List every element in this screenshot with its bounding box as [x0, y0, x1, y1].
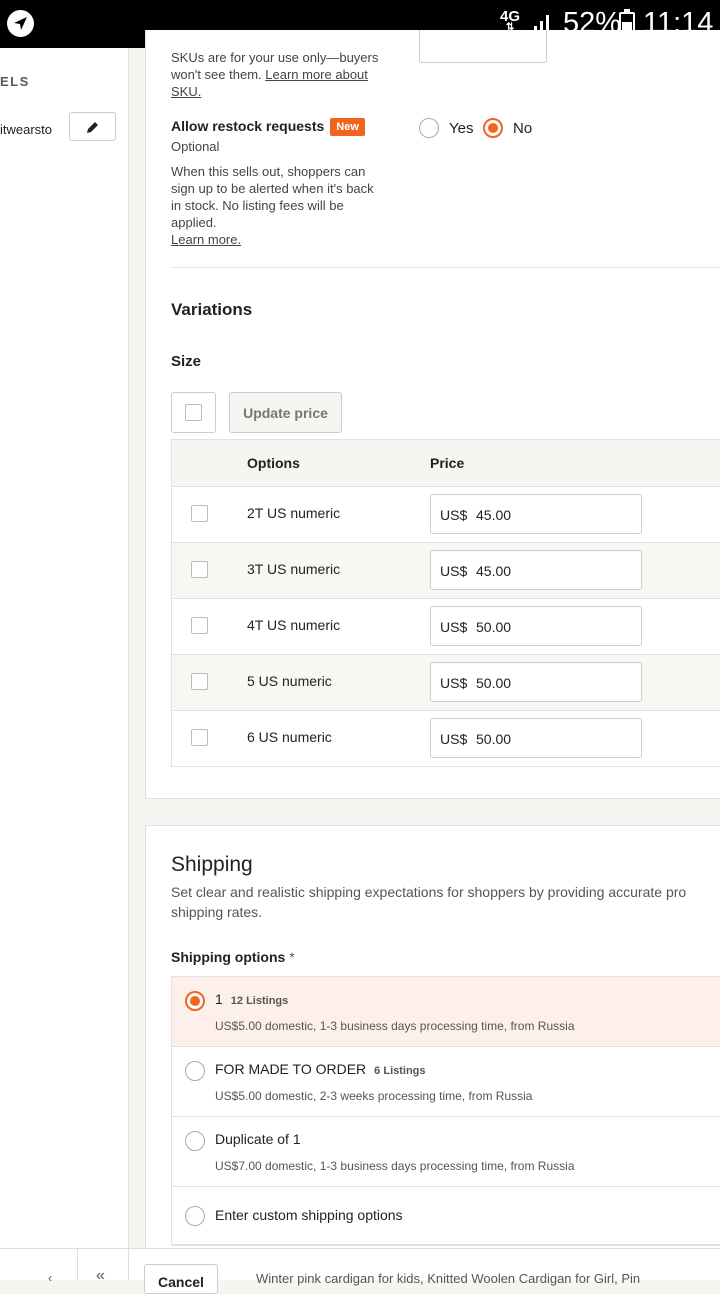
price-value: 50.00	[476, 675, 512, 691]
divider	[171, 267, 720, 268]
left-arrow-icon[interactable]: ‹	[48, 1271, 52, 1285]
collapse-button[interactable]: «	[77, 1249, 129, 1284]
shipping-options-label-text: Shipping options	[171, 949, 286, 965]
option-name: 3T US numeric	[247, 561, 341, 577]
shipping-card: Shipping Set clear and realistic shippin…	[145, 825, 720, 1265]
variations-table: Options Price 2T US numeric US$ 45.00 3T…	[171, 439, 720, 767]
restock-yes-radio[interactable]	[419, 118, 439, 138]
restock-help: When this sells out, shoppers can sign u…	[171, 163, 376, 248]
row-checkbox[interactable]	[191, 617, 208, 634]
table-row: 2T US numeric US$ 45.00	[172, 487, 720, 543]
option-name: 6 US numeric	[247, 729, 332, 745]
new-badge: New	[330, 118, 365, 136]
row-checkbox[interactable]	[191, 561, 208, 578]
shipping-option-title: 1	[215, 991, 223, 1007]
currency-label: US$	[440, 731, 468, 747]
option-name: 4T US numeric	[247, 617, 341, 633]
network-indicator: 4G ⇅	[500, 9, 520, 33]
shipping-option[interactable]: Duplicate of 1 US$7.00 domestic, 1-3 bus…	[172, 1117, 720, 1187]
edit-button[interactable]	[69, 112, 116, 141]
double-chevron-left-icon: «	[96, 1267, 105, 1284]
update-price-button[interactable]: Update price	[229, 392, 342, 433]
pencil-icon	[87, 122, 98, 133]
shipping-option-detail: US$7.00 domestic, 1-3 business days proc…	[215, 1159, 575, 1173]
currency-label: US$	[440, 507, 468, 523]
required-mark: *	[289, 949, 295, 965]
option-name: 5 US numeric	[247, 673, 332, 689]
shipping-option-name: Enter custom shipping options	[215, 1207, 403, 1223]
listing-title: Winter pink cardigan for kids, Knitted W…	[256, 1271, 641, 1286]
shipping-description: Set clear and realistic shipping expecta…	[171, 882, 720, 922]
shop-name: itwearsto	[0, 122, 53, 137]
table-row: 4T US numeric US$ 50.00	[172, 599, 720, 655]
shipping-option-name: Duplicate of 1	[215, 1131, 301, 1147]
shipping-option-detail: US$5.00 domestic, 1-3 business days proc…	[215, 1019, 575, 1033]
price-input[interactable]: US$ 50.00	[430, 662, 642, 702]
restock-yes-option[interactable]: Yes	[419, 118, 473, 138]
shipping-option-radio[interactable]	[185, 991, 205, 1011]
size-label: Size	[171, 353, 202, 370]
price-value: 45.00	[476, 507, 512, 523]
price-value: 50.00	[476, 731, 512, 747]
restock-no-option[interactable]: No	[483, 118, 532, 138]
table-header: Options Price	[172, 440, 720, 487]
currency-label: US$	[440, 675, 468, 691]
price-value: 50.00	[476, 619, 512, 635]
shipping-option-title: FOR MADE TO ORDER	[215, 1061, 367, 1077]
shipping-option-name: 1 12 Listings	[215, 991, 288, 1007]
shipping-description-line: shipping rates.	[171, 904, 263, 920]
currency-label: US$	[440, 563, 468, 579]
select-all-checkbox[interactable]	[171, 392, 216, 433]
price-input[interactable]: US$ 45.00	[430, 550, 642, 590]
restock-no-label: No	[513, 119, 533, 137]
restock-yes-label: Yes	[449, 119, 474, 137]
table-row: 6 US numeric US$ 50.00	[172, 711, 720, 766]
shipping-title: Shipping	[171, 853, 253, 876]
row-checkbox[interactable]	[191, 505, 208, 522]
shipping-option-title: Enter custom shipping options	[215, 1207, 403, 1223]
listings-count: 12 Listings	[230, 995, 289, 1007]
shipping-option-radio[interactable]	[185, 1206, 205, 1226]
price-input[interactable]: US$ 50.00	[430, 718, 642, 758]
price-input[interactable]: US$ 50.00	[430, 606, 642, 646]
sidebar: ELS itwearsto	[0, 48, 129, 1248]
shipping-options-list: 1 12 Listings US$5.00 domestic, 1-3 busin…	[171, 976, 720, 1246]
sku-help: SKUs are for your use only—buyers won't …	[171, 49, 381, 100]
currency-label: US$	[440, 619, 468, 635]
row-checkbox[interactable]	[191, 729, 208, 746]
shipping-option[interactable]: 1 12 Listings US$5.00 domestic, 1-3 busin…	[172, 977, 720, 1047]
shipping-option-name: FOR MADE TO ORDER 6 Listings	[215, 1061, 426, 1077]
restock-title-text: Allow restock requests	[171, 118, 325, 134]
restock-optional-label: Optional	[171, 139, 220, 154]
navigation-arrow-icon	[7, 10, 34, 37]
shipping-option-title: Duplicate of 1	[215, 1131, 301, 1147]
shipping-option-detail: US$5.00 domestic, 2-3 weeks processing t…	[215, 1089, 533, 1103]
listings-count: 6 Listings	[374, 1065, 426, 1077]
variations-title: Variations	[171, 300, 253, 319]
bottom-bar: ‹ « Cancel Winter pink cardigan for kids…	[0, 1248, 720, 1294]
shipping-option[interactable]: FOR MADE TO ORDER 6 Listings US$5.00 dome…	[172, 1047, 720, 1117]
column-header-price: Price	[430, 455, 465, 471]
sidebar-section-label: ELS	[0, 74, 30, 89]
shipping-option-radio[interactable]	[185, 1061, 205, 1081]
cancel-button[interactable]: Cancel	[144, 1264, 218, 1294]
restock-learn-more-link[interactable]: Learn more.	[171, 231, 376, 248]
checkbox[interactable]	[185, 404, 202, 421]
row-checkbox[interactable]	[191, 673, 208, 690]
shipping-option[interactable]: Enter custom shipping options	[172, 1187, 720, 1245]
shipping-description-line: Set clear and realistic shipping expecta…	[171, 884, 687, 900]
restock-title: Allow restock requests New	[171, 118, 365, 136]
shipping-options-label: Shipping options *	[171, 949, 295, 965]
sku-input[interactable]	[419, 30, 547, 63]
shipping-option-radio[interactable]	[185, 1131, 205, 1151]
restock-no-radio[interactable]	[483, 118, 503, 138]
restock-help-text: When this sells out, shoppers can sign u…	[171, 164, 374, 230]
inventory-card: SKUs are for your use only—buyers won't …	[145, 30, 720, 799]
price-value: 45.00	[476, 563, 512, 579]
table-row: 5 US numeric US$ 50.00	[172, 655, 720, 711]
column-header-options: Options	[247, 455, 300, 471]
table-row: 3T US numeric US$ 45.00	[172, 543, 720, 599]
price-input[interactable]: US$ 45.00	[430, 494, 642, 534]
option-name: 2T US numeric	[247, 505, 341, 521]
